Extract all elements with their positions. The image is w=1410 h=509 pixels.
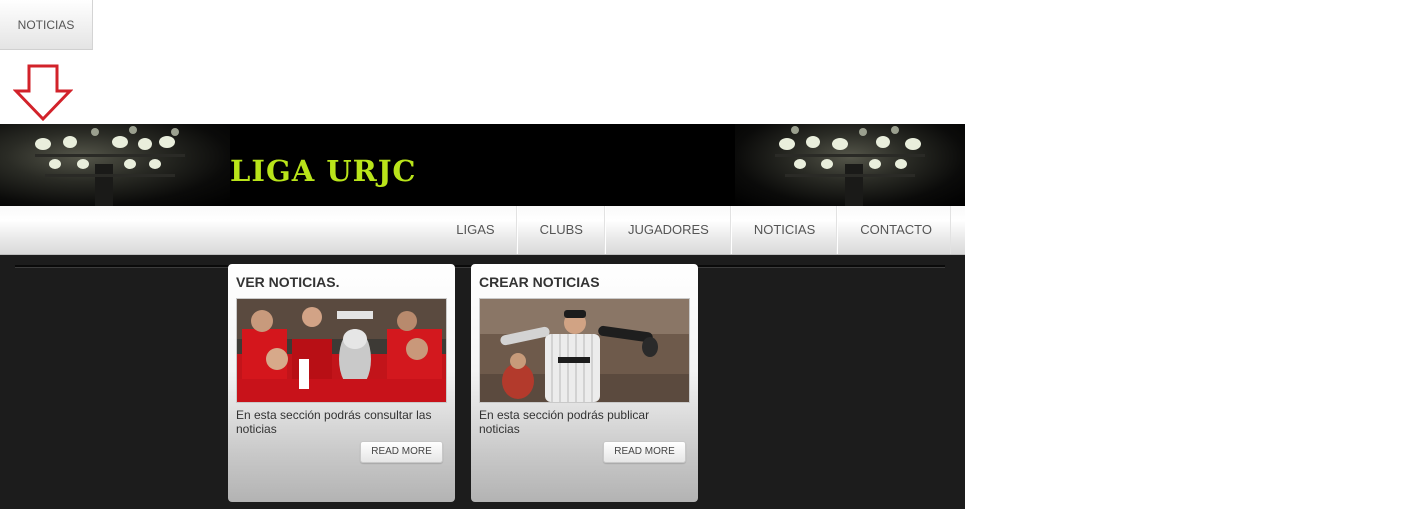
site-screenshot: LIGA URJC LIGAS CLUBS JUGADORES NOTICIAS…: [0, 124, 965, 509]
baseball-pitcher-photo: [479, 298, 690, 403]
nav-item-noticias[interactable]: NOTICIAS: [729, 206, 836, 254]
football-team-trophy-photo: [236, 298, 447, 403]
site-logo[interactable]: LIGA URJC: [230, 154, 417, 188]
arrow-down-icon: [13, 64, 73, 122]
main-nav: LIGAS CLUBS JUGADORES NOTICIAS CONTACTO: [0, 206, 965, 255]
floodlight-icon: [775, 126, 925, 206]
site-header: LIGA URJC: [0, 124, 965, 206]
noticias-tab[interactable]: NOTICIAS: [0, 0, 93, 50]
nav-item-jugadores[interactable]: JUGADORES: [603, 206, 730, 254]
card-description: En esta sección podrás publicar noticias: [479, 408, 650, 436]
floodlight-icon: [35, 126, 185, 206]
card-ver-noticias: VER NOTICIAS. En esta sección podrás con…: [228, 264, 455, 502]
read-more-button[interactable]: READ MORE: [360, 441, 443, 463]
nav-item-contacto[interactable]: CONTACTO: [836, 206, 951, 254]
nav-item-clubs[interactable]: CLUBS: [515, 206, 604, 254]
card-crear-noticias: CREAR NOTICIAS En esta sección podrás pu…: [471, 264, 698, 502]
card-title: CREAR NOTICIAS: [479, 274, 600, 290]
card-description: En esta sección podrás consultar las not…: [236, 408, 432, 436]
read-more-button[interactable]: READ MORE: [603, 441, 686, 463]
noticias-tab-label: NOTICIAS: [17, 17, 75, 32]
card-title: VER NOTICIAS.: [236, 274, 340, 290]
nav-item-ligas[interactable]: LIGAS: [433, 206, 515, 254]
